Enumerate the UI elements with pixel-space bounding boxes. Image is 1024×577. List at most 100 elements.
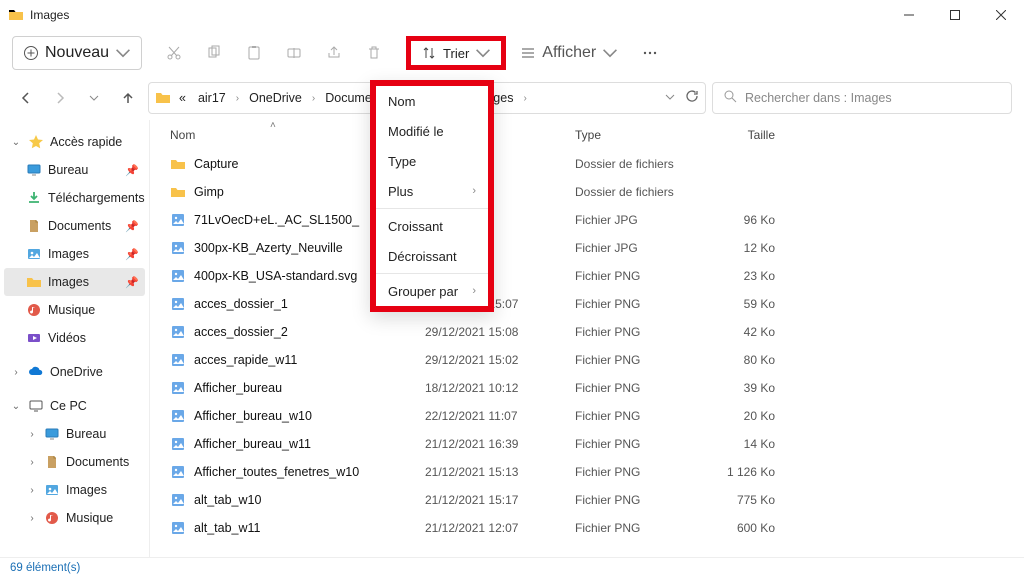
file-type: Fichier JPG [575, 213, 695, 227]
sidebar-item[interactable]: ›Documents [4, 448, 145, 476]
new-button-label: Nouveau [45, 44, 109, 62]
column-type[interactable]: Type [575, 128, 695, 142]
chevron-right-icon: › [521, 93, 528, 104]
image-file-icon [170, 464, 186, 480]
file-name: Afficher_bureau_w10 [194, 409, 312, 423]
sort-menu-more[interactable]: Plus› [376, 176, 488, 206]
file-type: Fichier PNG [575, 409, 695, 423]
image-file-icon [170, 212, 186, 228]
new-button[interactable]: Nouveau [12, 36, 142, 70]
desktop-icon [44, 426, 60, 442]
view-button[interactable]: Afficher [510, 36, 628, 70]
file-name: acces_rapide_w11 [194, 353, 297, 367]
documents-icon [26, 218, 42, 234]
image-file-icon [170, 352, 186, 368]
table-row[interactable]: alt_tab_w1121/12/2021 12:07Fichier PNG60… [150, 514, 1024, 542]
cut-icon [166, 45, 182, 61]
table-row[interactable]: CaptureDossier de fichiers [150, 150, 1024, 178]
status-text: 69 élément(s) [10, 562, 80, 574]
sidebar-onedrive[interactable]: › OneDrive [4, 358, 145, 386]
sort-menu-item[interactable]: Décroissant [376, 241, 488, 271]
sidebar-item[interactable]: Images📌 [4, 268, 145, 296]
file-name: 300px-KB_Azerty_Neuville [194, 241, 343, 255]
sidebar-quick-access[interactable]: ⌄ Accès rapide [4, 128, 145, 156]
search-input[interactable]: Rechercher dans : Images [712, 82, 1012, 114]
rename-button[interactable] [276, 36, 312, 70]
table-row[interactable]: Afficher_bureau_w1121/12/2021 16:39Fichi… [150, 430, 1024, 458]
sidebar-item[interactable]: ›Images [4, 476, 145, 504]
chevron-down-icon[interactable] [665, 89, 675, 107]
file-type: Fichier JPG [575, 241, 695, 255]
copy-button[interactable] [196, 36, 232, 70]
sidebar-item[interactable]: Musique [4, 296, 145, 324]
paste-button[interactable] [236, 36, 272, 70]
pictures-icon [44, 482, 60, 498]
chevron-down-icon: ⌄ [10, 137, 22, 148]
file-name: alt_tab_w11 [194, 521, 261, 535]
file-type: Fichier PNG [575, 297, 695, 311]
sidebar-item[interactable]: ›Musique [4, 504, 145, 532]
sidebar-item-label: Musique [66, 511, 113, 525]
desktop-icon [26, 162, 42, 178]
minimize-button[interactable] [886, 0, 932, 30]
close-button[interactable] [978, 0, 1024, 30]
delete-button[interactable] [356, 36, 392, 70]
sidebar-item[interactable]: Vidéos [4, 324, 145, 352]
maximize-button[interactable] [932, 0, 978, 30]
recent-button[interactable] [80, 84, 108, 112]
breadcrumb-seg[interactable]: OneDrive [245, 87, 306, 109]
sort-menu-item[interactable]: Modifié le [376, 116, 488, 146]
toolbar: Nouveau Trier Afficher [0, 30, 1024, 76]
table-row[interactable]: acces_rapide_w1129/12/2021 15:02Fichier … [150, 346, 1024, 374]
file-list: Nom Modifié le Type Plus› Croissant Décr… [150, 120, 1024, 557]
sort-icon [421, 45, 437, 61]
file-size: 600 Ko [695, 521, 785, 535]
pin-icon: 📌 [125, 276, 139, 289]
music-icon [44, 510, 60, 526]
file-type: Fichier PNG [575, 493, 695, 507]
table-row[interactable]: acces_dossier_229/12/2021 15:08Fichier P… [150, 318, 1024, 346]
breadcrumb-seg[interactable]: air17 [194, 87, 230, 109]
share-icon [326, 45, 342, 61]
sidebar-this-pc[interactable]: ⌄ Ce PC [4, 392, 145, 420]
chevron-down-icon [115, 45, 131, 61]
sort-button-label: Trier [443, 46, 469, 61]
dots-icon [642, 45, 658, 61]
forward-button[interactable] [46, 84, 74, 112]
table-row[interactable]: acces_dossier_129/12/2021 15:07Fichier P… [150, 290, 1024, 318]
sidebar-item[interactable]: Documents📌 [4, 212, 145, 240]
file-date: 22/12/2021 11:07 [425, 409, 575, 423]
up-button[interactable] [114, 84, 142, 112]
sort-menu-item[interactable]: Croissant [376, 211, 488, 241]
file-date: 29/12/2021 15:08 [425, 325, 575, 339]
table-row[interactable]: alt_tab_w1021/12/2021 15:17Fichier PNG77… [150, 486, 1024, 514]
sidebar-item[interactable]: Images📌 [4, 240, 145, 268]
file-type: Fichier PNG [575, 353, 695, 367]
sort-button[interactable]: Trier [411, 41, 501, 65]
back-button[interactable] [12, 84, 40, 112]
more-button[interactable] [632, 36, 668, 70]
share-button[interactable] [316, 36, 352, 70]
table-row[interactable]: 300px-KB_Azerty_NeuvilleFichier JPG12 Ko [150, 234, 1024, 262]
sidebar-item[interactable]: Téléchargements📌 [4, 184, 145, 212]
table-row[interactable]: Afficher_toutes_fenetres_w1021/12/2021 1… [150, 458, 1024, 486]
sidebar-item-label: Documents [48, 219, 111, 233]
sort-menu-item[interactable]: Type [376, 146, 488, 176]
table-row[interactable]: Afficher_bureau18/12/2021 10:12Fichier P… [150, 374, 1024, 402]
video-icon [26, 330, 42, 346]
image-file-icon [170, 380, 186, 396]
table-row[interactable]: GimpDossier de fichiers [150, 178, 1024, 206]
search-placeholder: Rechercher dans : Images [745, 91, 892, 105]
table-row[interactable]: Afficher_bureau_w10 22/12/2021 11:07Fichi… [150, 402, 1024, 430]
rename-icon [286, 45, 302, 61]
cut-button[interactable] [156, 36, 192, 70]
sidebar-item[interactable]: ›Bureau [4, 420, 145, 448]
refresh-button[interactable] [685, 89, 699, 108]
sort-menu-item[interactable]: Nom [376, 86, 488, 116]
table-row[interactable]: 400px-KB_USA-standard.svgFichier PNG23 K… [150, 262, 1024, 290]
file-type: Fichier PNG [575, 325, 695, 339]
sort-menu-groupby[interactable]: Grouper par› [376, 276, 488, 306]
table-row[interactable]: 71LvOecD+eL._AC_SL1500_Fichier JPG96 Ko [150, 206, 1024, 234]
column-size[interactable]: Taille [695, 128, 785, 142]
sidebar-item[interactable]: Bureau📌 [4, 156, 145, 184]
